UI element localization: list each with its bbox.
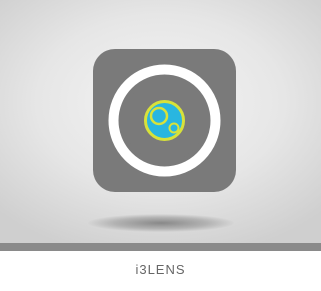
app-name-label[interactable]: i3LENS (0, 262, 321, 277)
icon-shadow (88, 214, 234, 232)
app-banner (0, 0, 321, 243)
camera-lens-icon[interactable] (93, 49, 236, 192)
app-card[interactable]: i3LENS (0, 0, 321, 291)
divider-bar (0, 243, 321, 251)
